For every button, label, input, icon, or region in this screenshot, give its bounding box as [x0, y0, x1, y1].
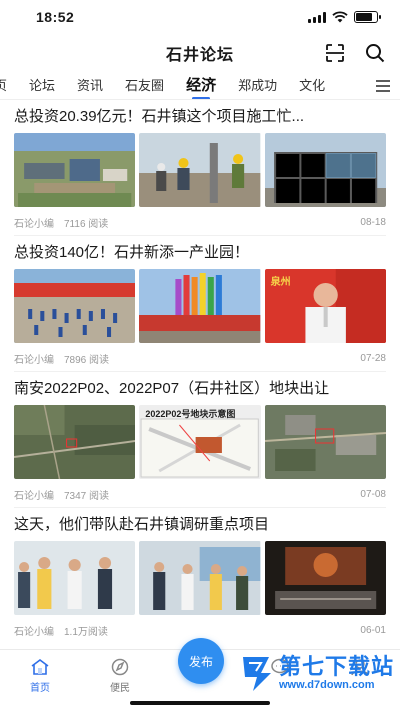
article-image	[14, 133, 136, 207]
article-thumbnails	[14, 541, 386, 615]
article-image: 泉州	[264, 269, 386, 343]
article-date: 07-08	[360, 488, 386, 500]
tab-zhengchenggong[interactable]: 郑成功	[227, 72, 288, 99]
article-meta: 石论小编 1.1万阅读 06-01	[14, 620, 386, 640]
nav-service-label: 便民	[110, 683, 130, 694]
article-meta: 石论小编 7116 阅读 08-18	[14, 212, 386, 232]
article-reads: 7347 阅读	[64, 490, 110, 502]
home-indicator	[130, 701, 270, 705]
article-title: 总投资140亿！石井新添一产业园！	[14, 244, 250, 261]
battery-icon	[354, 11, 381, 23]
menu-icon	[376, 80, 390, 92]
tabs-menu-button[interactable]	[366, 72, 400, 99]
publish-button[interactable]: 发布	[178, 638, 224, 684]
scan-button[interactable]	[324, 42, 346, 64]
status-time: 18:52	[36, 9, 75, 25]
article-image	[264, 541, 386, 615]
compass-icon	[111, 658, 129, 676]
nav-home[interactable]: 首页	[0, 650, 80, 711]
article-reads: 1.1万阅读	[64, 626, 108, 638]
tab-jingji[interactable]: 经济	[175, 72, 227, 99]
article-thumbnails: 2022P02号地块示意图	[14, 405, 386, 479]
article-author: 石论小编	[14, 354, 54, 366]
category-tabs: 页 论坛 资讯 石友圈 经济 郑成功 文化	[0, 72, 400, 100]
article-date: 07-28	[360, 352, 386, 364]
article-card[interactable]: 总投资140亿！石井新添一产业园！ 泉州 石论小编 7896 阅读 07-28	[14, 236, 386, 372]
search-icon	[366, 44, 385, 63]
article-card[interactable]: 南安2022P02、2022P07（石井社区）地块出让 2022P02号地块示意…	[14, 372, 386, 508]
article-feed: 总投资20.39亿元！石井镇这个项目施工忙... 石论小编 7116 阅读 08…	[0, 100, 400, 644]
image-banner-text: 泉州	[270, 277, 291, 288]
article-image	[264, 133, 386, 207]
page-title: 石井论坛	[165, 47, 234, 64]
article-author: 石论小编	[14, 490, 54, 502]
article-meta: 石论小编 7347 阅读 07-08	[14, 484, 386, 504]
article-image	[264, 405, 386, 479]
article-meta: 石论小编 7896 阅读 07-28	[14, 348, 386, 368]
home-icon	[31, 659, 49, 675]
article-date: 08-18	[360, 216, 386, 228]
wifi-icon	[332, 11, 348, 23]
article-thumbnails: 泉州	[14, 269, 386, 343]
nav-home-label: 首页	[30, 683, 50, 694]
article-date: 06-01	[360, 624, 386, 636]
article-image: 2022P02号地块示意图	[139, 405, 261, 479]
article-card[interactable]: 这天，他们带队赴石井镇调研重点项目 石论小编 1.1万阅读 06-01	[14, 508, 386, 644]
article-author: 石论小编	[14, 218, 54, 230]
status-icons	[308, 11, 381, 23]
scan-icon	[326, 44, 344, 62]
status-bar: 18:52	[0, 0, 400, 34]
article-author: 石论小编	[14, 626, 54, 638]
watermark-url: www.d7down.com	[278, 679, 375, 691]
article-thumbnails	[14, 133, 386, 207]
tab-zixun[interactable]: 资讯	[66, 72, 114, 99]
article-image	[139, 541, 261, 615]
article-title: 这天，他们带队赴石井镇调研重点项目	[14, 516, 270, 533]
article-reads: 7896 阅读	[64, 354, 110, 366]
article-title: 总投资20.39亿元！石井镇这个项目施工忙...	[14, 108, 305, 125]
watermark-logo-icon	[242, 657, 271, 691]
article-image	[139, 269, 261, 343]
cellular-signal-icon	[308, 11, 326, 23]
tab-partial[interactable]: 页	[0, 72, 18, 99]
tab-wenhua[interactable]: 文化	[288, 72, 336, 99]
article-card[interactable]: 总投资20.39亿元！石井镇这个项目施工忙... 石论小编 7116 阅读 08…	[14, 100, 386, 236]
app-header: 石井论坛	[0, 34, 400, 72]
search-button[interactable]	[364, 42, 386, 64]
tab-shiyouquan[interactable]: 石友圈	[114, 72, 175, 99]
article-reads: 7116 阅读	[64, 218, 109, 230]
map-caption: 2022P02号地块示意图	[145, 409, 236, 419]
article-image	[139, 133, 261, 207]
article-image	[14, 269, 136, 343]
article-image	[14, 541, 136, 615]
watermark-name: 第七下载站	[278, 654, 394, 679]
watermark: 第七下载站 www.d7down.com	[239, 653, 394, 693]
tab-luntan[interactable]: 论坛	[18, 72, 66, 99]
article-image	[14, 405, 136, 479]
article-title: 南安2022P02、2022P07（石井社区）地块出让	[14, 380, 330, 397]
